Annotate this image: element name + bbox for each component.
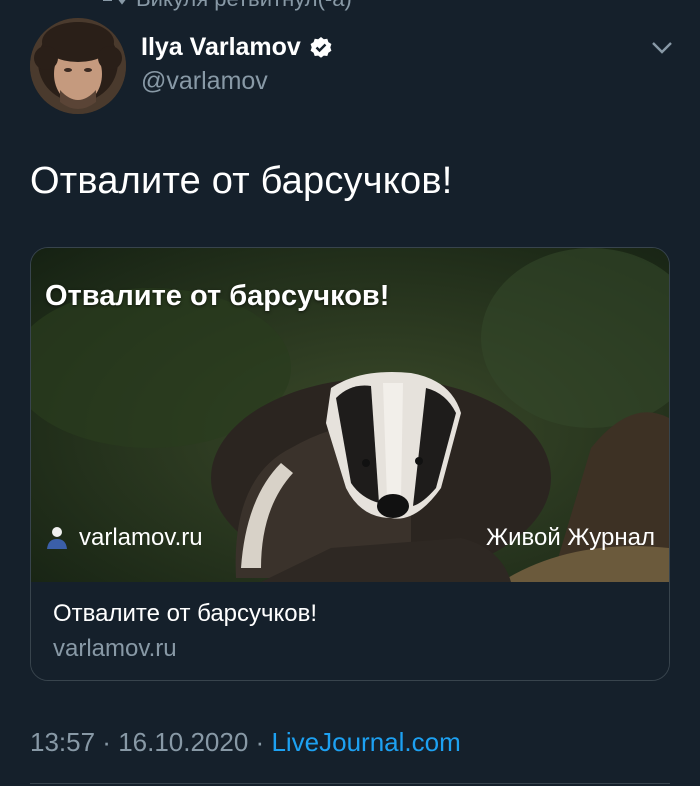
card-image-site: varlamov.ru xyxy=(45,524,203,552)
author-handle[interactable]: @varlamov xyxy=(141,67,268,96)
card-image-brand: Живой Журнал xyxy=(485,524,655,551)
tweet-text: Отвалите от барсучков! xyxy=(30,160,453,202)
verified-badge-icon xyxy=(310,36,332,58)
card-title: Отвалите от барсучков! xyxy=(53,600,318,627)
avatar[interactable] xyxy=(30,18,126,114)
retweet-text: Викуля ретвитнул(-а) xyxy=(136,0,352,11)
divider xyxy=(30,783,670,784)
card-image-site-label: varlamov.ru xyxy=(79,524,203,551)
tweet-footer: 13:57 · 16.10.2020 · LiveJournal.com xyxy=(30,727,461,758)
footer-separator: · xyxy=(95,727,119,757)
footer-separator: · xyxy=(248,727,272,757)
card-image[interactable]: Отвалите от барсучков! varlamov.ru Живой… xyxy=(31,248,669,582)
card-image-title: Отвалите от барсучков! xyxy=(45,280,390,312)
retweet-indicator: Викуля ретвитнул(-а) xyxy=(100,0,352,12)
card-meta[interactable]: Отвалите от барсучков! varlamov.ru xyxy=(31,583,669,680)
tweet-time[interactable]: 13:57 xyxy=(30,727,95,757)
livejournal-user-icon xyxy=(47,527,67,549)
link-card[interactable]: Отвалите от барсучков! varlamov.ru Живой… xyxy=(30,247,670,681)
tweet-source-link[interactable]: LiveJournal.com xyxy=(271,727,460,757)
card-domain: varlamov.ru xyxy=(53,635,177,662)
retweet-icon xyxy=(100,0,126,12)
chevron-down-icon[interactable] xyxy=(650,38,674,56)
author-name-row[interactable]: Ilya Varlamov xyxy=(141,33,333,62)
author-name[interactable]: Ilya Varlamov xyxy=(141,33,301,62)
tweet-date[interactable]: 16.10.2020 xyxy=(118,727,248,757)
